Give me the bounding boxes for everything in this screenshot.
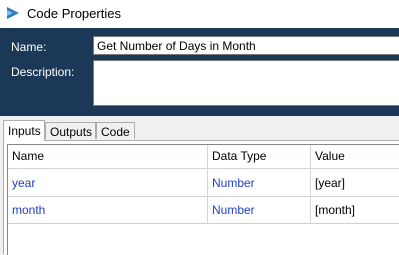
window-title: Code Properties: [27, 6, 121, 21]
input-name-cell[interactable]: month: [8, 197, 208, 223]
title-bar: Code Properties: [0, 0, 399, 28]
description-label: Description:: [11, 65, 75, 79]
column-header-data-type[interactable]: Data Type: [208, 145, 311, 168]
input-value-cell[interactable]: [year]: [311, 169, 399, 196]
tab-code[interactable]: Code: [96, 122, 135, 139]
tab-outputs[interactable]: Outputs: [45, 122, 96, 139]
inputs-tab-panel: Name Data Type Value year Number [year] …: [3, 140, 399, 255]
tab-inputs[interactable]: Inputs: [3, 120, 45, 141]
column-header-name[interactable]: Name: [8, 145, 208, 168]
properties-header-panel: Name: Get Number of Days in Month Descri…: [0, 28, 399, 116]
input-value-cell[interactable]: [month]: [311, 197, 399, 223]
code-stage-icon: [7, 7, 19, 19]
name-label: Name:: [11, 40, 47, 54]
description-field[interactable]: [93, 60, 399, 106]
column-header-value[interactable]: Value: [311, 145, 399, 168]
inputs-grid: Name Data Type Value year Number [year] …: [7, 144, 399, 255]
input-type-cell[interactable]: Number: [208, 197, 311, 223]
grid-header-row: Name Data Type Value: [8, 145, 399, 169]
name-field[interactable]: Get Number of Days in Month: [93, 36, 399, 55]
table-row[interactable]: year Number [year]: [8, 169, 399, 197]
input-name-cell[interactable]: year: [8, 169, 208, 196]
input-type-cell[interactable]: Number: [208, 169, 311, 196]
table-row[interactable]: month Number [month]: [8, 197, 399, 224]
